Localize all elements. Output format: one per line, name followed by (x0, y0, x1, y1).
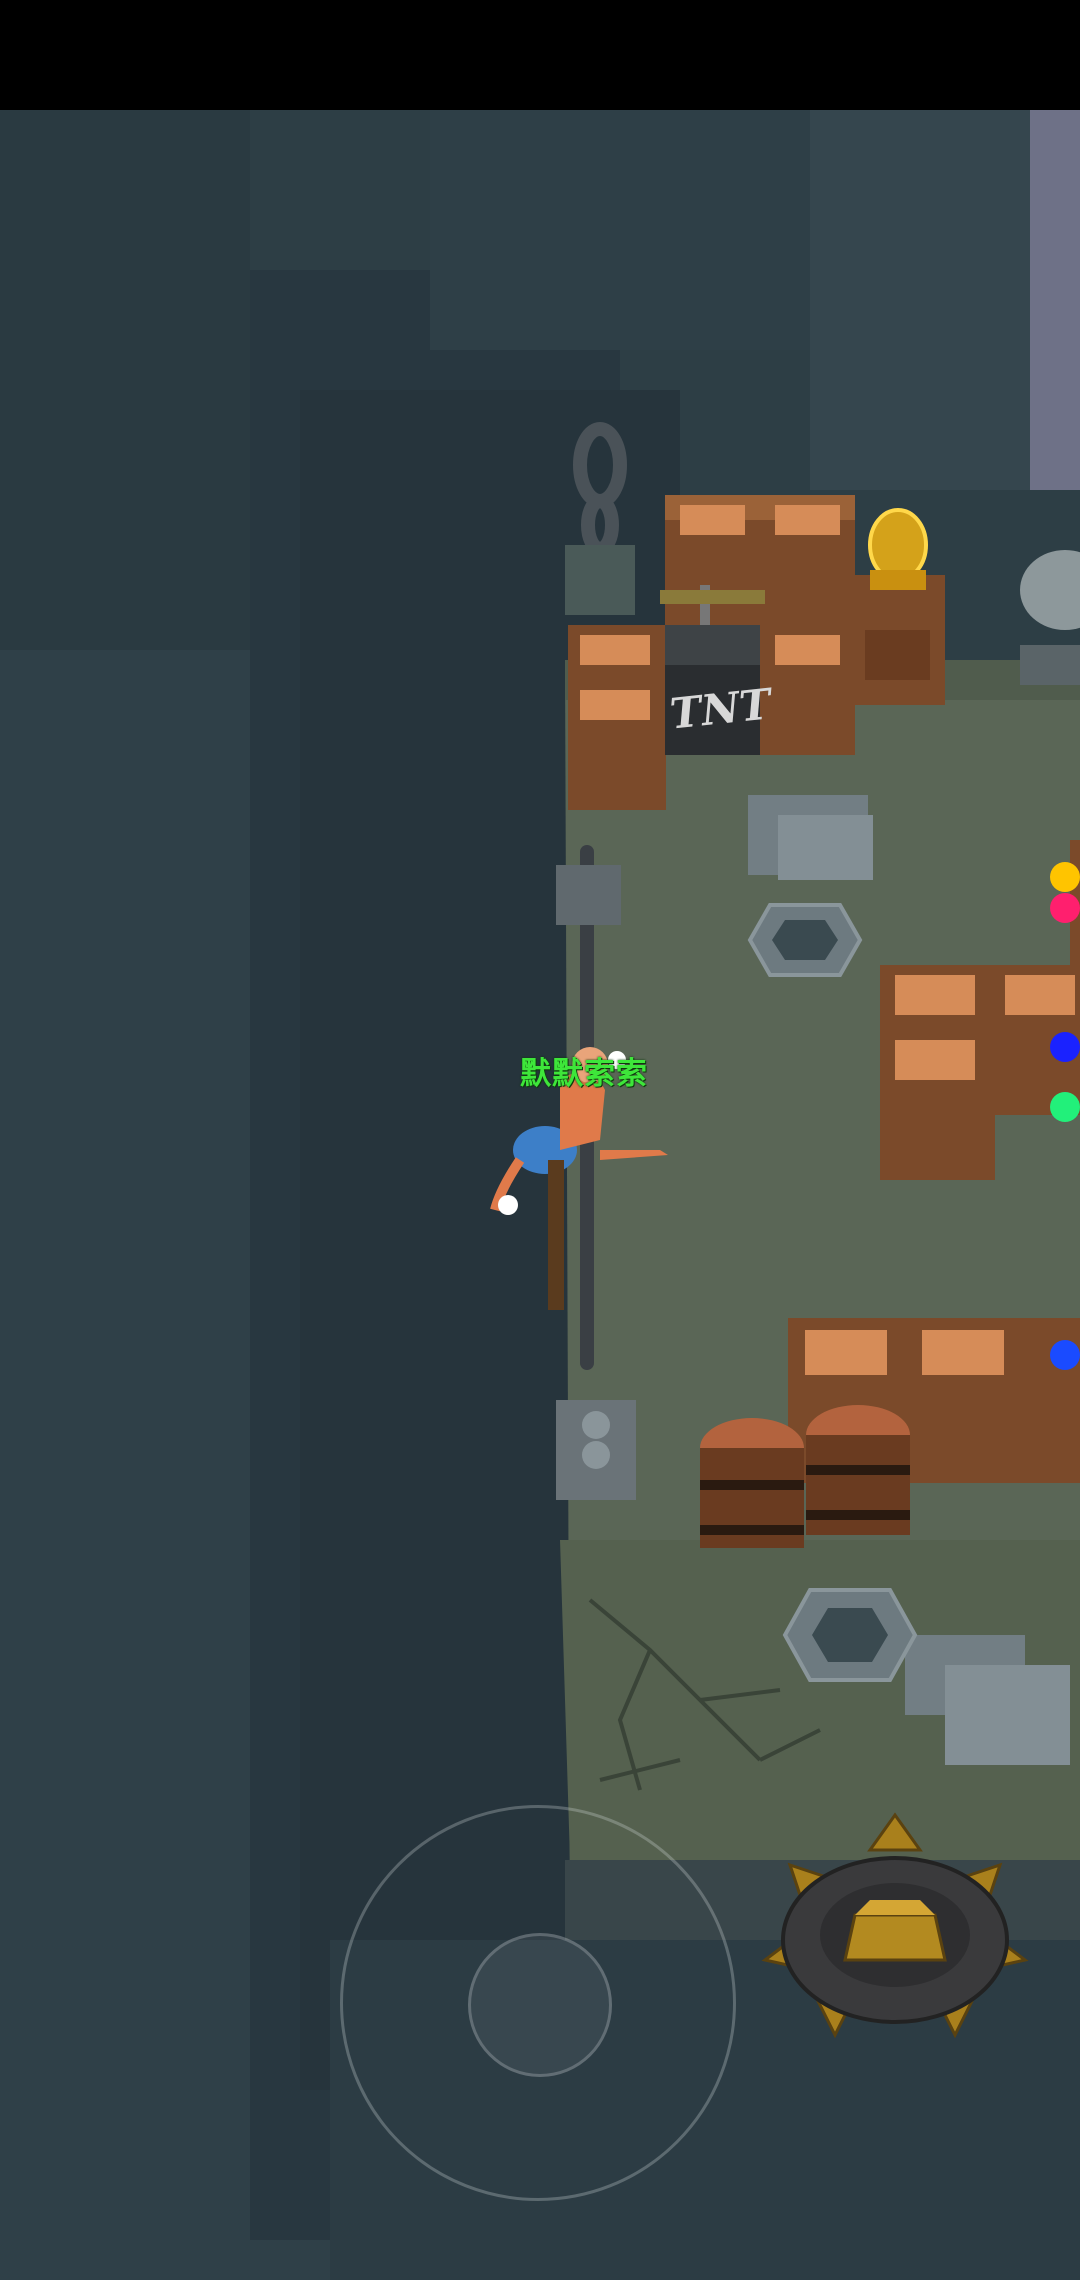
gear-action-button[interactable] (755, 1810, 1035, 2040)
yellow-player-indicator (1050, 862, 1080, 892)
green-player-indicator (1050, 1092, 1080, 1122)
joystick-knob[interactable] (468, 1933, 612, 2077)
pink-player-indicator (1050, 893, 1080, 923)
player-name-label: 默默索索 (520, 1056, 648, 1092)
game-scene[interactable]: TNT 默默索索 (0, 110, 1080, 2280)
blue-player-indicator (1050, 1032, 1080, 1062)
blue-player-indicator-2 (1050, 1340, 1080, 1370)
status-bar (0, 0, 1080, 110)
tnt-label: TNT (667, 679, 774, 739)
